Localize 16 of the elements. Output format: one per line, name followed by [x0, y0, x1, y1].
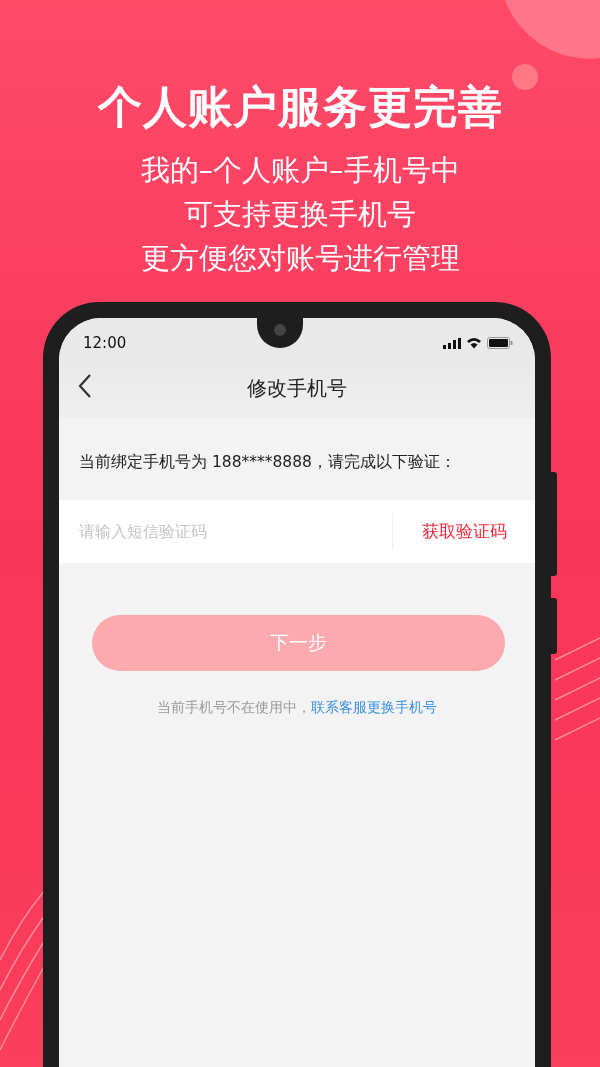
contact-support-link[interactable]: 联系客服更换手机号	[311, 699, 437, 715]
info-text: 当前绑定手机号为 188****8888，请完成以下验证：	[78, 452, 457, 473]
page-title: 修改手机号	[247, 374, 347, 402]
status-time: 12:00	[83, 334, 127, 352]
signal-icon	[443, 337, 461, 349]
footer-text: 当前手机号不在使用中，联系客服更换手机号	[156, 699, 438, 717]
headline: 个人账户服务更完善	[97, 80, 503, 134]
subtitle-line: 可支持更换手机号	[184, 196, 416, 233]
get-code-button[interactable]: 获取验证码	[392, 500, 535, 563]
subtitle-line: 更方便您对账号进行管理	[140, 240, 460, 277]
battery-icon	[487, 337, 513, 349]
code-input-field[interactable]: 请输入短信验证码	[59, 500, 392, 563]
wifi-icon	[466, 337, 482, 349]
subtitle-line: 我的–个人账户–手机号中	[140, 152, 460, 189]
back-icon[interactable]	[77, 372, 93, 400]
decorative-ball	[512, 64, 538, 90]
